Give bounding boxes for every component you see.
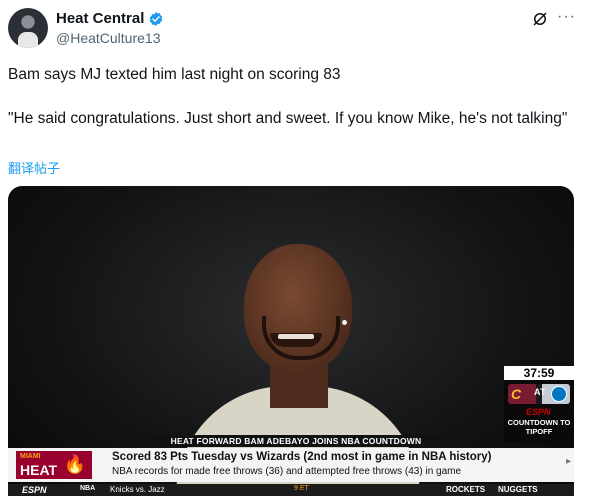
video-media[interactable]: 37:59 C AT ESPN COUNTDOWN TO TIPOFF HEAT… [8, 186, 574, 496]
display-name[interactable]: Heat Central [56, 10, 144, 27]
countdown-label: COUNTDOWN TO TIPOFF [507, 418, 571, 436]
matchup-at: AT [534, 387, 546, 397]
author-name-line: Heat Central [56, 10, 164, 27]
espn-mini-logo: ESPN [526, 407, 551, 417]
ticker-matchup: Knicks vs. Jazz [110, 485, 165, 494]
lower-third-label: HEAT FORWARD BAM ADEBAYO JOINS NBA COUNT… [150, 435, 442, 447]
espn-logo: ESPN [22, 485, 47, 495]
handle[interactable]: @HeatCulture13 [56, 30, 161, 46]
team-city: MIAMI [20, 453, 41, 460]
stat-main: Scored 83 Pts Tuesday vs Wizards (2nd mo… [112, 451, 492, 463]
ticker-time: 9 ET [294, 485, 309, 492]
ticker-matchup2: ROCKETS [446, 485, 486, 494]
team-tag: MIAMI HEAT 🔥 [16, 451, 92, 479]
translate-link[interactable]: 翻译帖子 [8, 158, 60, 177]
ticker-scroll-icon: ▸ [566, 456, 572, 467]
tweet-text: Bam says MJ texted him last night on sco… [8, 64, 568, 130]
more-icon[interactable]: ··· [557, 9, 575, 28]
verified-badge-icon [150, 11, 163, 26]
tweet-header: Heat Central @HeatCulture13 ··· [8, 8, 581, 48]
team-name: HEAT [20, 462, 58, 478]
grok-icon[interactable] [531, 10, 549, 28]
heat-logo-icon: 🔥 [63, 454, 86, 474]
stat-ticker: MIAMI HEAT 🔥 Scored 83 Pts Tuesday vs Wi… [8, 448, 574, 482]
tweet-text-line1: Bam says MJ texted him last night on sco… [8, 66, 341, 83]
earring [342, 320, 347, 325]
bottom-ticker: ESPN NBA Knicks vs. Jazz 9 ET ROCKETS NU… [8, 484, 574, 496]
magic-logo-icon [551, 386, 567, 402]
tweet-text-line2: "He said congratulations. Just short and… [8, 110, 568, 127]
ticker-matchup3: NUGGETS [498, 485, 538, 494]
stat-sub: NBA records for made free throws (36) an… [112, 466, 462, 477]
ticker-league: NBA [80, 485, 96, 492]
cavaliers-logo-icon: C [511, 386, 522, 402]
game-timer-box: 37:59 C AT ESPN COUNTDOWN TO TIPOFF [504, 366, 574, 442]
countdown-clock: 37:59 [504, 366, 574, 380]
avatar[interactable] [8, 8, 48, 48]
matchup-logos: C AT [508, 384, 570, 404]
person-teeth [278, 334, 314, 339]
